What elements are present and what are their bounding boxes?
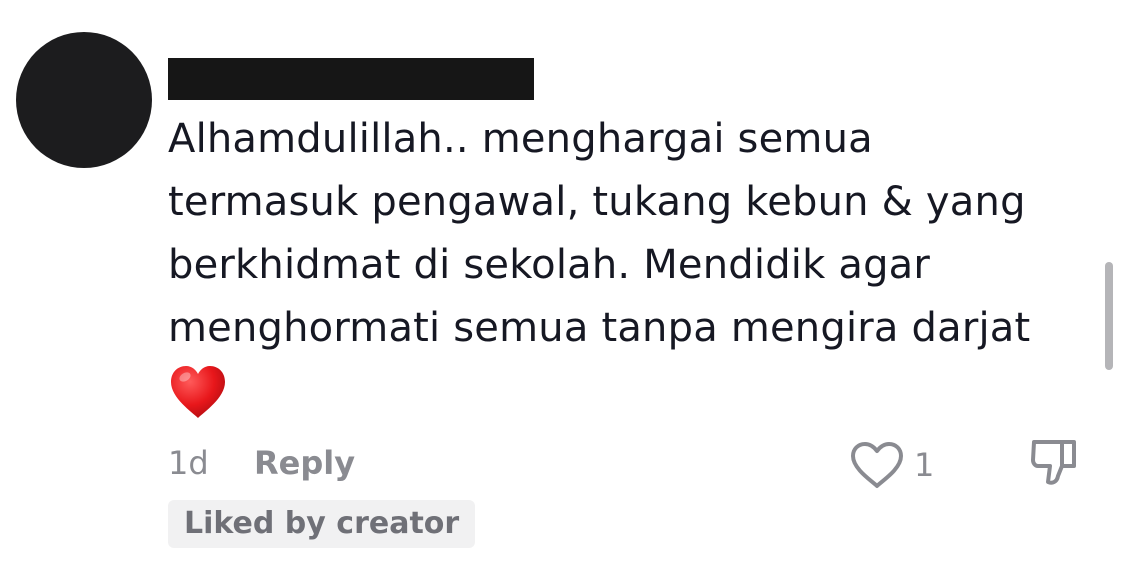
comment-line: Alhamdulillah.. menghargai semua xyxy=(168,116,873,162)
comment-line: menghormati semua tanpa mengira darjat xyxy=(168,305,1031,351)
liked-by-creator-badge: Liked by creator xyxy=(168,500,476,548)
like-count: 1 xyxy=(914,446,935,484)
comment-text: Alhamdulillah.. menghargai semua termasu… xyxy=(168,108,1078,420)
thumbs-down-icon[interactable] xyxy=(1026,436,1082,492)
heart-emoji xyxy=(171,366,225,418)
username-redacted[interactable] xyxy=(168,58,534,100)
heart-outline-icon[interactable] xyxy=(848,440,906,490)
reply-button[interactable]: Reply xyxy=(254,444,355,482)
comment-actions: 1d Reply 1 xyxy=(168,440,1088,490)
comment-line: berkhidmat di sekolah. Mendidik agar xyxy=(168,242,931,288)
avatar[interactable] xyxy=(16,32,152,168)
scrollbar[interactable] xyxy=(1105,262,1113,370)
comment-line: termasuk pengawal, tukang kebun & yang xyxy=(168,179,1026,225)
timestamp: 1d xyxy=(168,444,209,482)
